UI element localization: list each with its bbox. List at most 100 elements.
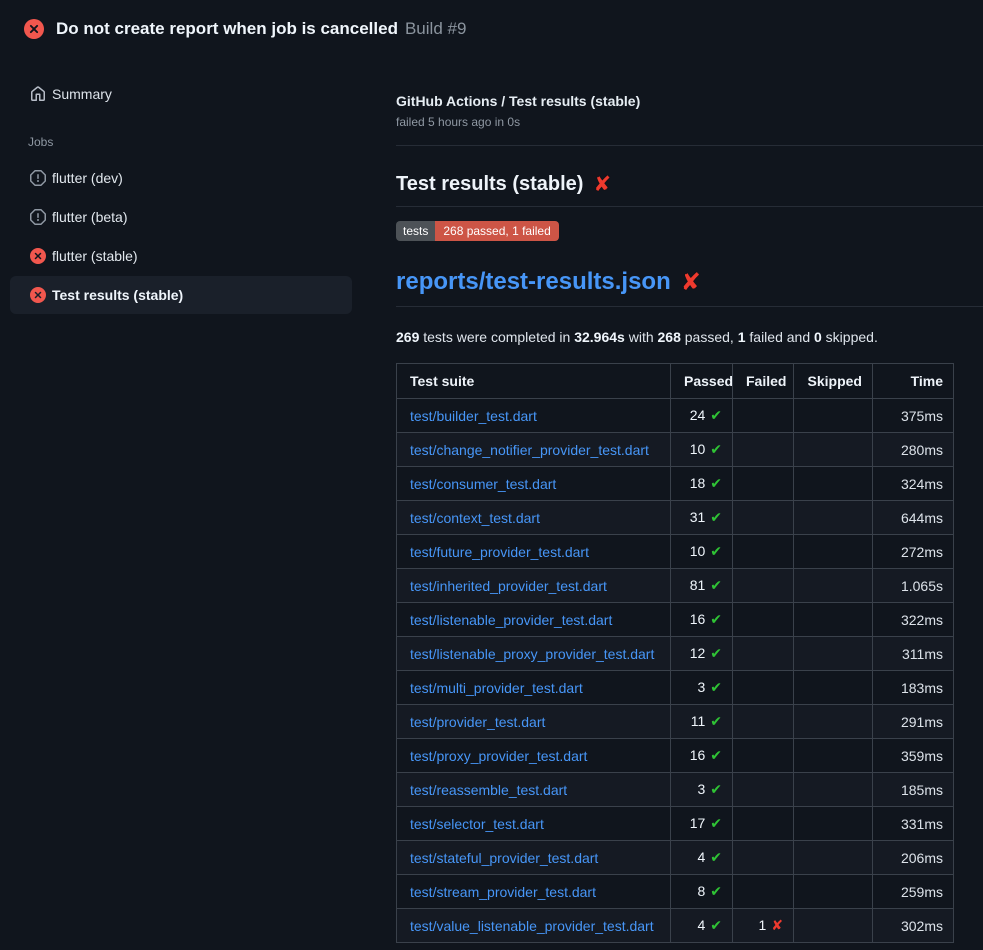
passed-cell: 16✔ xyxy=(671,739,733,773)
check-run-page: Do not create report when job is cancell… xyxy=(0,0,983,950)
summary-label: Summary xyxy=(52,86,112,102)
column-header-time: Time xyxy=(873,364,954,399)
failed-count: 1 xyxy=(738,329,746,345)
time-cell: 322ms xyxy=(873,603,954,637)
passed-cell: 10✔ xyxy=(671,535,733,569)
job-label: flutter (dev) xyxy=(52,170,123,186)
sidebar-job-flutter-dev-[interactable]: flutter (dev) xyxy=(10,159,352,197)
suite-link[interactable]: test/builder_test.dart xyxy=(410,408,537,424)
suite-link[interactable]: test/selector_test.dart xyxy=(410,816,544,832)
suite-link[interactable]: test/multi_provider_test.dart xyxy=(410,680,583,696)
table-row: test/reassemble_test.dart3✔185ms xyxy=(397,773,954,807)
suite-link[interactable]: test/stream_provider_test.dart xyxy=(410,884,596,900)
table-row: test/proxy_provider_test.dart 16✔ 359ms xyxy=(397,739,954,773)
sidebar-job-test-results-stable-[interactable]: Test results (stable) xyxy=(10,276,352,314)
sidebar-item-summary[interactable]: Summary xyxy=(0,80,380,108)
time-cell: 185ms xyxy=(873,773,954,807)
passed-cell: 10✔ xyxy=(671,433,733,467)
check-icon: ✔ xyxy=(710,680,722,696)
suite-cell: test/listenable_proxy_provider_test.dart xyxy=(397,637,671,671)
check-title: GitHub Actions / Test results (stable) xyxy=(396,93,983,109)
skipped-cell xyxy=(794,603,873,637)
passed-cell: 4✔ xyxy=(671,909,733,943)
table-row: test/provider_test.dart 11✔ 291ms xyxy=(397,705,954,739)
time-cell: 1.065s xyxy=(873,569,954,603)
check-icon: ✔ xyxy=(710,782,722,798)
time-cell: 272ms xyxy=(873,535,954,569)
result-heading-text: Test results (stable) xyxy=(396,173,583,196)
check-icon: ✔ xyxy=(710,612,722,628)
passed-cell: 24✔ xyxy=(671,399,733,433)
job-label: flutter (stable) xyxy=(52,248,138,264)
header-divider xyxy=(396,145,983,146)
suite-link[interactable]: test/value_listenable_provider_test.dart xyxy=(410,918,654,934)
suite-cell: test/future_provider_test.dart xyxy=(397,535,671,569)
column-header-passed: Passed xyxy=(671,364,733,399)
time-cell: 359ms xyxy=(873,739,954,773)
badge-value: 268 passed, 1 failed xyxy=(435,221,558,241)
table-row: test/stream_provider_test.dart8✔259ms xyxy=(397,875,954,909)
failed-cell xyxy=(733,501,794,535)
check-icon: ✔ xyxy=(710,850,722,866)
suite-link[interactable]: test/inherited_provider_test.dart xyxy=(410,578,607,594)
suite-link[interactable]: test/proxy_provider_test.dart xyxy=(410,748,587,764)
build-number: Build #9 xyxy=(405,19,466,39)
suite-cell: test/value_listenable_provider_test.dart xyxy=(397,909,671,943)
check-icon: ✔ xyxy=(710,510,722,526)
suite-cell: test/inherited_provider_test.dart xyxy=(397,569,671,603)
failed-cell xyxy=(733,807,794,841)
suite-cell: test/context_test.dart xyxy=(397,501,671,535)
column-header-test-suite: Test suite xyxy=(397,364,671,399)
skipped-cell xyxy=(794,807,873,841)
failed-cell xyxy=(733,569,794,603)
skipped-cell xyxy=(794,399,873,433)
passed-cell: 31✔ xyxy=(671,501,733,535)
check-icon: ✔ xyxy=(710,442,722,458)
skipped-cell xyxy=(794,875,873,909)
time-cell: 291ms xyxy=(873,705,954,739)
result-heading: Test results (stable) ✘ xyxy=(396,172,983,207)
passed-cell: 4✔ xyxy=(671,841,733,875)
suite-link[interactable]: test/listenable_proxy_provider_test.dart xyxy=(410,646,654,662)
check-icon: ✔ xyxy=(710,646,722,662)
passed-cell: 11✔ xyxy=(671,705,733,739)
job-label: Test results (stable) xyxy=(52,287,183,303)
failed-cell xyxy=(733,467,794,501)
column-header-failed: Failed xyxy=(733,364,794,399)
report-file-link[interactable]: reports/test-results.json xyxy=(396,268,671,296)
suite-link[interactable]: test/provider_test.dart xyxy=(410,714,545,730)
suite-link[interactable]: test/reassemble_test.dart xyxy=(410,782,567,798)
table-row: test/inherited_provider_test.dart 81✔ 1.06… xyxy=(397,569,954,603)
suite-link[interactable]: test/consumer_test.dart xyxy=(410,476,556,492)
failed-cell xyxy=(733,637,794,671)
table-row: test/multi_provider_test.dart3✔183ms xyxy=(397,671,954,705)
suite-cell: test/consumer_test.dart xyxy=(397,467,671,501)
failed-cell xyxy=(733,773,794,807)
check-icon: ✔ xyxy=(710,816,722,832)
cross-mark-icon: ✘ xyxy=(681,268,701,296)
table-row: test/selector_test.dart17✔331ms xyxy=(397,807,954,841)
failed-cell xyxy=(733,705,794,739)
sidebar-job-flutter-beta-[interactable]: flutter (beta) xyxy=(10,198,352,236)
suite-link[interactable]: test/stateful_provider_test.dart xyxy=(410,850,598,866)
suite-link[interactable]: test/context_test.dart xyxy=(410,510,540,526)
suite-link[interactable]: test/future_provider_test.dart xyxy=(410,544,589,560)
skipped-cell xyxy=(794,671,873,705)
cross-mark-icon: ✘ xyxy=(593,172,611,196)
suite-link[interactable]: test/listenable_provider_test.dart xyxy=(410,612,612,628)
passed-cell: 16✔ xyxy=(671,603,733,637)
table-row: test/value_listenable_provider_test.dart… xyxy=(397,909,954,943)
suite-link[interactable]: test/change_notifier_provider_test.dart xyxy=(410,442,649,458)
table-row: test/consumer_test.dart18✔324ms xyxy=(397,467,954,501)
x-circle-fill-icon xyxy=(24,19,44,39)
suite-cell: test/proxy_provider_test.dart xyxy=(397,739,671,773)
failed-cell xyxy=(733,603,794,637)
skipped-cell xyxy=(794,637,873,671)
passed-cell: 81✔ xyxy=(671,569,733,603)
time-cell: 644ms xyxy=(873,501,954,535)
suite-cell: test/provider_test.dart xyxy=(397,705,671,739)
check-meta: failed 5 hours ago in 0s xyxy=(396,115,983,129)
sidebar-job-flutter-stable-[interactable]: flutter (stable) xyxy=(10,237,352,275)
skipped-cell xyxy=(794,433,873,467)
main-content: GitHub Actions / Test results (stable) f… xyxy=(380,57,983,950)
